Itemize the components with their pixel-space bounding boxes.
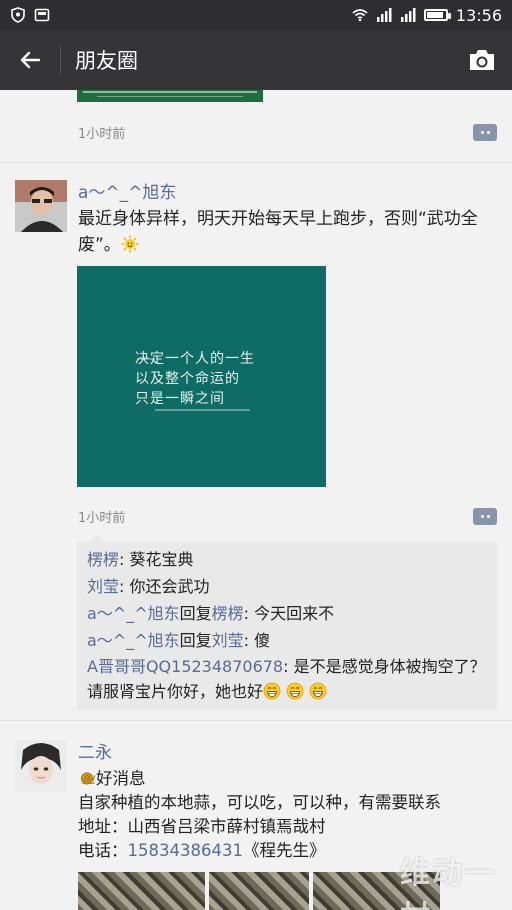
back-button[interactable] bbox=[0, 30, 60, 90]
wifi-icon bbox=[352, 9, 368, 22]
post-time: 1小时前 bbox=[78, 511, 126, 526]
post-photo[interactable] bbox=[209, 872, 309, 910]
post-line: 自家种植的本地蒜，可以吃，可以种，有需要联系 bbox=[78, 793, 441, 812]
comment-item[interactable]: a～^_^旭东回复刘莹: 傻 bbox=[87, 627, 487, 654]
comment-item[interactable]: A晋哥哥QQ15234870678: 是不是感觉身体被掏空了？请服肾宝片你好，她… bbox=[87, 654, 487, 704]
comment-sep: : bbox=[243, 631, 255, 650]
comment-sep: : bbox=[119, 550, 130, 569]
nav-divider bbox=[60, 46, 61, 74]
comment-text: 葵花宝典 bbox=[129, 550, 194, 569]
comment-text: 你还会武功 bbox=[129, 577, 210, 596]
moments-feed[interactable]: 1小时前 a～^_^旭东 最近身体异样，明天开始每天早上跑步，否则“武功全废”。… bbox=[0, 90, 512, 910]
reply-word: 回复 bbox=[179, 604, 212, 623]
camera-icon bbox=[470, 50, 494, 70]
post-line: 好消息 bbox=[78, 767, 488, 791]
comment-item[interactable]: 楞楞: 葵花宝典 bbox=[87, 546, 487, 573]
post-line-text: 好消息 bbox=[96, 769, 146, 788]
sun-emoji bbox=[121, 235, 139, 253]
reply-target[interactable]: 刘莹 bbox=[212, 631, 244, 650]
comments-box: 楞楞: 葵花宝典 刘莹: 你还会武功 a～^_^旭东回复楞楞: 今天回来不 a～… bbox=[77, 534, 497, 710]
grin-emoji bbox=[309, 682, 327, 700]
phone-suffix: 《程先生》 bbox=[242, 841, 326, 860]
image-icon bbox=[34, 8, 50, 22]
page-title: 朋友圈 bbox=[75, 49, 138, 73]
grin-emoji bbox=[263, 682, 281, 700]
post-text: 最近身体异样，明天开始每天早上跑步，否则“武功全废”。 bbox=[78, 206, 488, 258]
comment-sep: : bbox=[119, 577, 130, 596]
avatar[interactable] bbox=[15, 740, 67, 792]
image-text-line: 以及整个命运的 bbox=[135, 371, 240, 387]
image-caption-mark bbox=[155, 409, 250, 411]
post-author-name[interactable]: 二永 bbox=[78, 738, 112, 763]
comment-more-button[interactable] bbox=[473, 508, 497, 525]
previous-post-image[interactable] bbox=[77, 90, 263, 102]
reply-target[interactable]: 楞楞 bbox=[212, 604, 244, 623]
top-nav-bar: 朋友圈 bbox=[0, 30, 512, 90]
battery-icon bbox=[423, 9, 451, 21]
post-photo[interactable] bbox=[78, 872, 205, 910]
watermark: 维动一村 bbox=[400, 856, 496, 910]
comment-author[interactable]: a～^_^旭东 bbox=[87, 631, 180, 650]
phone-prefix: 电话： bbox=[78, 841, 128, 860]
shield-icon bbox=[11, 7, 25, 23]
snail-emoji bbox=[78, 769, 96, 787]
comment-sep: : bbox=[283, 657, 294, 676]
comment-text: 今天回来不 bbox=[254, 604, 335, 623]
post-photos bbox=[78, 872, 440, 910]
camera-button[interactable] bbox=[452, 30, 512, 90]
comment-author[interactable]: a～^_^旭东 bbox=[87, 604, 180, 623]
phone-link[interactable]: 15834386431 bbox=[128, 841, 243, 860]
image-text-line: 决定一个人的一生 bbox=[135, 351, 255, 367]
post-time: 1小时前 bbox=[78, 127, 126, 142]
post-author-name[interactable]: a～^_^旭东 bbox=[78, 178, 176, 203]
status-time: 13:56 bbox=[455, 5, 502, 25]
reply-word: 回复 bbox=[179, 631, 212, 650]
comment-item[interactable]: 刘莹: 你还会武功 bbox=[87, 573, 487, 600]
grin-emoji bbox=[286, 682, 304, 700]
signal-icon bbox=[400, 8, 416, 22]
arrow-left-icon bbox=[20, 51, 41, 69]
post-image[interactable]: 决定一个人的一生 以及整个命运的 只是一瞬之间 bbox=[77, 266, 326, 487]
comment-sep: : bbox=[243, 604, 255, 623]
post-divider bbox=[0, 720, 512, 721]
comment-author[interactable]: 楞楞 bbox=[87, 550, 119, 569]
avatar[interactable] bbox=[15, 180, 67, 232]
comment-author[interactable]: A晋哥哥QQ15234870678 bbox=[87, 657, 283, 676]
user-avatar-image bbox=[15, 180, 67, 232]
image-text-line: 只是一瞬之间 bbox=[135, 391, 225, 407]
signal-icon bbox=[376, 8, 392, 22]
comment-more-button[interactable] bbox=[473, 124, 497, 141]
status-bar: 13:56 bbox=[0, 0, 512, 30]
post-line: 地址：山西省吕梁市薛村镇焉哉村 bbox=[78, 817, 326, 836]
post-divider bbox=[0, 162, 512, 163]
comment-text: 傻 bbox=[254, 631, 271, 650]
user-avatar-image bbox=[15, 740, 67, 792]
comment-author[interactable]: 刘莹 bbox=[87, 577, 119, 596]
comment-item[interactable]: a～^_^旭东回复楞楞: 今天回来不 bbox=[87, 600, 487, 627]
